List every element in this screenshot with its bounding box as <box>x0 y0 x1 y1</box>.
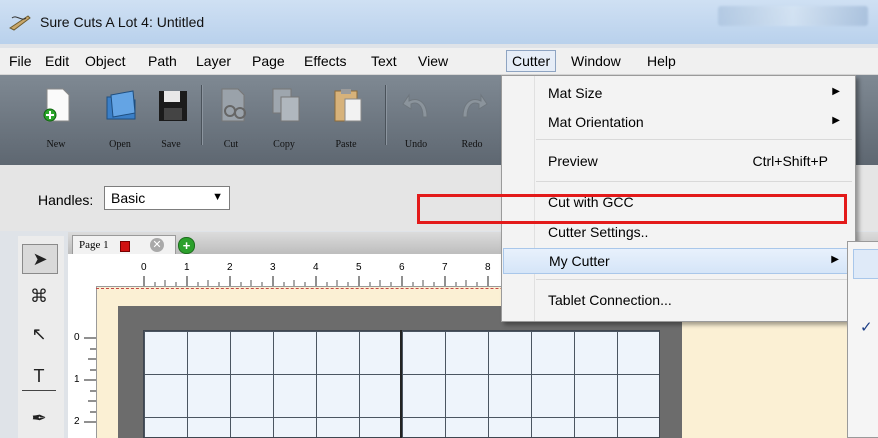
close-page-icon[interactable]: ✕ <box>150 238 164 252</box>
menu-path[interactable]: Path <box>143 51 182 71</box>
toolbar-separator <box>385 85 387 145</box>
page-color-swatch[interactable] <box>120 241 130 252</box>
text-tool[interactable]: T <box>22 362 56 391</box>
vruler-ticks <box>84 337 96 423</box>
menu-item-mat-size[interactable]: Mat Size ▶ <box>503 81 854 107</box>
menu-page[interactable]: Page <box>247 51 290 71</box>
menu-item-shortcut: Ctrl+Shift+P <box>752 153 828 169</box>
cut-button[interactable]: Cut <box>211 81 251 157</box>
node-edit-icon: ⌘ <box>30 286 48 306</box>
menu-bar: File Edit Object Path Layer Page Effects… <box>0 48 878 75</box>
menu-item-label: My Cutter <box>549 253 610 269</box>
menu-item-label: Tablet Connection... <box>548 292 672 308</box>
menu-separator <box>536 279 852 280</box>
menu-item-mat-orientation[interactable]: Mat Orientation ▶ <box>503 110 854 136</box>
save-label: Save <box>161 139 181 150</box>
menu-object[interactable]: Object <box>80 51 130 71</box>
save-disk-icon <box>159 91 187 121</box>
menu-item-tablet-connection[interactable]: Tablet Connection... <box>503 288 854 314</box>
menu-edit[interactable]: Edit <box>40 51 74 71</box>
new-button[interactable]: New <box>36 81 76 157</box>
paste-button[interactable]: Paste <box>326 81 366 157</box>
my-cutter-submenu: ✓ <box>847 241 878 438</box>
menu-cutter[interactable]: Cutter <box>506 50 557 72</box>
open-folder-icon <box>106 90 136 120</box>
open-button[interactable]: Open <box>100 81 140 157</box>
menu-separator <box>536 139 852 140</box>
new-label: New <box>46 139 66 150</box>
tools-panel: ➤ ⌘ ↖ T ✒ <box>18 236 64 438</box>
ruler-tick-label: 5 <box>356 262 362 273</box>
save-button[interactable]: Save <box>151 81 191 157</box>
handles-label: Handles: <box>38 192 94 208</box>
text-tool-icon: T <box>33 366 45 386</box>
menu-view[interactable]: View <box>413 51 453 71</box>
open-label: Open <box>109 139 131 150</box>
pen-nib-icon: ✒ <box>31 408 47 428</box>
submenu-arrow-icon: ▶ <box>832 86 840 97</box>
redo-button[interactable]: Redo <box>452 81 492 157</box>
menu-effects[interactable]: Effects <box>299 51 352 71</box>
ruler-tick-label: 2 <box>227 262 233 273</box>
handles-value: Basic <box>111 190 146 206</box>
menu-item-label: Cutter Settings.. <box>548 224 649 240</box>
page-tab-label: Page 1 <box>79 239 109 251</box>
ruler-tick-label: 3 <box>270 262 276 273</box>
undo-icon <box>402 93 428 118</box>
checkmark-icon: ✓ <box>860 319 873 336</box>
blurred-title-area <box>718 6 868 26</box>
add-page-icon[interactable]: + <box>178 237 195 254</box>
menu-separator <box>536 181 852 182</box>
ruler-tick-label: 8 <box>485 262 491 273</box>
menu-file[interactable]: File <box>4 51 37 71</box>
cut-label: Cut <box>223 139 239 150</box>
submenu-arrow-icon: ▶ <box>831 254 839 265</box>
submenu-item-highlighted[interactable] <box>853 249 878 279</box>
redo-icon <box>462 93 488 118</box>
select-tool[interactable]: ➤ <box>22 244 58 274</box>
handles-dropdown[interactable]: Basic ▼ <box>104 186 230 210</box>
mat-center-line <box>400 330 402 438</box>
ruler-tick-label: 6 <box>399 262 405 273</box>
title-bar: Sure Cuts A Lot 4: Untitled <box>0 0 878 44</box>
node-edit-tool[interactable]: ⌘ <box>22 282 56 310</box>
menu-layer[interactable]: Layer <box>191 51 236 71</box>
page-tab[interactable]: Page 1 ✕ <box>72 235 176 255</box>
menu-help[interactable]: Help <box>642 51 681 71</box>
ruler-tick-label: 7 <box>442 262 448 273</box>
app-icon <box>9 15 31 31</box>
ruler-tick-label: 0 <box>141 262 147 273</box>
menu-item-my-cutter[interactable]: My Cutter ▶ <box>503 248 854 274</box>
ruler-tick-label: 1 <box>184 262 190 273</box>
redo-label: Redo <box>461 139 483 150</box>
toolbar-separator <box>201 85 203 145</box>
copy-button[interactable]: Copy <box>264 81 304 157</box>
menu-text[interactable]: Text <box>366 51 402 71</box>
copy-label: Copy <box>273 139 295 150</box>
undo-label: Undo <box>404 139 428 150</box>
menu-window[interactable]: Window <box>566 51 626 71</box>
direct-select-tool[interactable]: ↖ <box>22 320 56 348</box>
scissors-icon <box>221 88 246 122</box>
ruler-tick-label: 4 <box>313 262 319 273</box>
menu-item-preview[interactable]: Preview Ctrl+Shift+P <box>503 149 854 175</box>
menu-item-label: Mat Orientation <box>548 114 644 130</box>
new-document-icon <box>43 88 70 122</box>
undo-button[interactable]: Undo <box>396 81 436 157</box>
arrow-pointer-icon: ➤ <box>32 249 48 269</box>
paste-label: Paste <box>335 139 357 150</box>
copy-icon <box>272 88 300 122</box>
chevron-down-icon: ▼ <box>212 191 223 203</box>
pen-tool[interactable]: ✒ <box>22 404 56 432</box>
window-title: Sure Cuts A Lot 4: Untitled <box>40 14 205 30</box>
highlight-box <box>417 194 847 224</box>
paste-icon <box>334 89 362 122</box>
submenu-arrow-icon: ▶ <box>832 115 840 126</box>
vertical-ruler: 0 1 2 <box>68 286 97 438</box>
menu-item-label: Preview <box>548 153 598 169</box>
menu-item-label: Mat Size <box>548 85 603 101</box>
direct-select-icon: ↖ <box>31 324 47 344</box>
